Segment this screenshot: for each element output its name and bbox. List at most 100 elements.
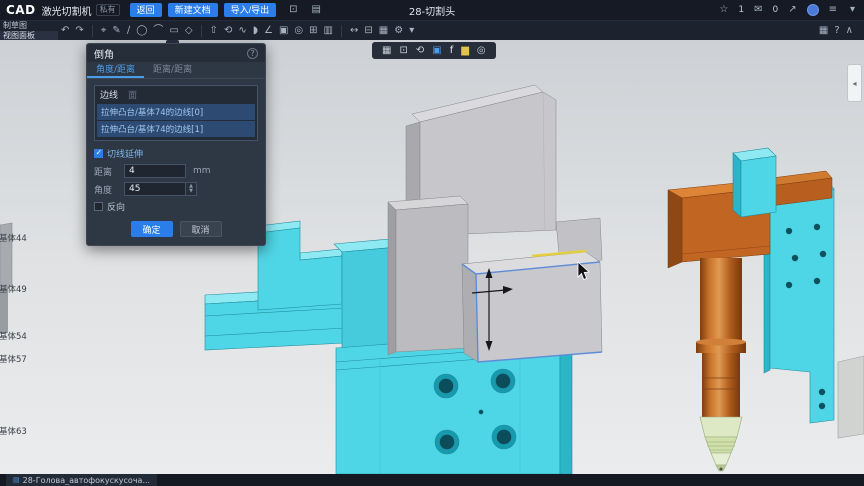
tab-distance-distance[interactable]: 距离/距离 <box>144 62 201 78</box>
rectangle-icon[interactable]: ▭ <box>169 22 178 40</box>
statusbar: ▤ 28-Голова_автофокускусоча... <box>0 474 864 486</box>
feature-tree-label[interactable]: 基体49 <box>0 283 27 295</box>
like-count: 1 <box>738 5 745 15</box>
import-export-button[interactable]: 导入/导出 <box>223 3 277 17</box>
chamfer-icon[interactable]: ∠ <box>264 22 273 40</box>
toolbar-separator <box>200 24 202 37</box>
feature-tree-label[interactable]: 基体54 <box>0 330 27 342</box>
ok-button[interactable]: 确定 <box>130 221 173 237</box>
angle-spinner[interactable]: ▲ ▼ <box>186 182 197 196</box>
distance-field-row: 距离 mm <box>94 164 258 178</box>
revolve-icon[interactable]: ⟲ <box>224 22 232 40</box>
avatar[interactable] <box>806 4 819 16</box>
document-tab[interactable]: ▤ 28-Голова_автофокускусоча... <box>6 474 158 486</box>
share-icon[interactable]: ↗ <box>788 1 796 19</box>
comment-count: 0 <box>772 5 779 15</box>
distance-input[interactable] <box>124 164 186 178</box>
main-toolbar-right-icons: ▦? ∧ <box>816 22 864 40</box>
distance-unit: mm <box>193 166 211 176</box>
3d-viewport[interactable]: ▦⊡⟲▣f▆◎ ⊞ ◂ 基体44基体49基体54基体57基体63 倒角 ? 角度… <box>0 40 864 474</box>
settings-icon[interactable]: ⚙ <box>394 22 403 40</box>
app-logo: CAD <box>6 3 36 17</box>
more-tools-icon[interactable]: ▾ <box>409 22 414 40</box>
select-icon[interactable]: ⌖ <box>101 22 107 40</box>
feature-tree-label[interactable]: 基体44 <box>0 232 27 244</box>
main-toolbar: 制草图 视图面板 ↶ ↷ ⌖ ✎ ∕ ◯ ⌒ ▭ ◇ ⇧ ⟲ ∿ ◗ ∠ ▣ ◎ ⊞ ▥ ↔ ⊟ ▦ ⚙ ▾ ▦? ∧ <box>0 20 864 41</box>
like-icon[interactable]: ☆ <box>719 1 728 19</box>
face-list-title[interactable]: 面 <box>128 88 137 101</box>
edge-list-item[interactable]: 拉伸凸台/基体74的边线[1] <box>97 121 255 137</box>
distance-label: 距离 <box>94 167 113 178</box>
view-panel-label[interactable]: 视图面板 <box>0 30 58 41</box>
document-name: 激光切割机 <box>41 6 92 18</box>
comment-icon[interactable]: ✉ <box>754 1 762 19</box>
orbit-icon[interactable]: ⟲ <box>416 42 424 60</box>
undo-icon[interactable]: ↶ <box>61 22 69 40</box>
toolbar-separator <box>91 24 93 37</box>
titlebar-left-icons: ⊡ ▤ <box>286 1 324 19</box>
dialog-tabs: 角度/距离 距离/距离 <box>87 62 265 79</box>
edge-list-header: 边线 面 <box>95 86 257 103</box>
redo-icon[interactable]: ↷ <box>75 22 83 40</box>
toolbar-left-labels: 制草图 视图面板 <box>0 21 58 41</box>
line-icon[interactable]: ∕ <box>127 22 130 40</box>
tangent-label: 切线延伸 <box>107 150 144 160</box>
dialog-header[interactable]: 倒角 ? <box>87 44 265 62</box>
hole-icon[interactable]: ◎ <box>294 22 303 40</box>
circle-icon[interactable]: ◯ <box>136 22 147 40</box>
feature-tree-label[interactable]: 基体57 <box>0 353 27 365</box>
chamfer-dialog: 倒角 ? 角度/距离 距离/距离 边线 面 拉伸凸台/基体74的边线[0] 拉伸凸… <box>86 43 266 246</box>
polygon-icon[interactable]: ◇ <box>185 22 193 40</box>
help-icon[interactable]: ? <box>247 47 258 59</box>
viewport-toolbar: ▦ ⊡ ⟲ ▣ f ▆ ◎ <box>372 42 496 59</box>
save-icon[interactable]: ⊡ <box>289 1 297 19</box>
fillet-icon[interactable]: ◗ <box>253 22 258 40</box>
display-settings-icon[interactable]: ▦ <box>819 22 828 40</box>
history-icon[interactable]: ▤ <box>312 1 321 19</box>
sketch-tab-label[interactable]: 制草图 <box>0 21 58 31</box>
shading-mode-icon[interactable]: ▣ <box>432 42 441 60</box>
layers-icon[interactable]: ▆ <box>461 42 469 60</box>
angle-field-row: 角度 ▲▼ <box>94 182 258 196</box>
menu-icon[interactable]: ≡ <box>829 1 837 19</box>
tangent-checkbox[interactable] <box>94 148 103 158</box>
angle-input[interactable] <box>124 182 186 196</box>
edge-listbox: 边线 面 拉伸凸台/基体74的边线[0] 拉伸凸台/基体74的边线[1] <box>94 85 258 141</box>
tab-angle-distance[interactable]: 角度/距离 <box>87 62 145 78</box>
section-icon[interactable]: ⊟ <box>364 22 372 40</box>
collapse-toolbar-icon[interactable]: ∧ <box>846 22 853 40</box>
measure-icon[interactable]: ↔ <box>350 22 358 40</box>
privacy-badge: 私有 <box>95 4 120 16</box>
help-icon[interactable]: ? <box>834 22 839 40</box>
shell-icon[interactable]: ▣ <box>279 22 288 40</box>
sketch-icon[interactable]: ✎ <box>112 22 120 40</box>
page-title: 28-切割头 <box>408 6 456 18</box>
sweep-icon[interactable]: ∿ <box>238 22 246 40</box>
new-doc-button[interactable]: 新建文档 <box>167 3 218 17</box>
edge-list-title[interactable]: 边线 <box>100 88 118 101</box>
mirror-icon[interactable]: ▥ <box>324 22 333 40</box>
back-button[interactable]: 返回 <box>129 3 162 17</box>
dialog-body: 边线 面 拉伸凸台/基体74的边线[0]拉伸凸台/基体74的边线[1] 切线延伸… <box>87 79 265 245</box>
chevron-down-icon[interactable]: ▾ <box>850 1 855 19</box>
reverse-checkbox[interactable] <box>94 202 103 211</box>
right-panel-handle[interactable]: ◂ <box>847 64 862 102</box>
feature-tree-label[interactable]: 基体63 <box>0 425 27 437</box>
section-view-icon[interactable]: ◎ <box>477 42 486 60</box>
annotate-icon[interactable]: f <box>450 42 454 60</box>
view-mode-icon[interactable]: ▦ <box>379 22 388 40</box>
pattern-icon[interactable]: ⊞ <box>309 22 317 40</box>
app-window: CAD 激光切割机 私有 返回 新建文档 导入/导出 ⊡ ▤ 28-切割头 ☆ 1… <box>0 0 864 486</box>
cancel-button[interactable]: 取消 <box>179 221 222 237</box>
main-toolbar-icons: ↶ ↷ ⌖ ✎ ∕ ◯ ⌒ ▭ ◇ ⇧ ⟲ ∿ ◗ ∠ ▣ ◎ ⊞ ▥ ↔ ⊟ ▦ ⚙ ▾ <box>58 22 417 40</box>
titlebar: CAD 激光切割机 私有 返回 新建文档 导入/导出 ⊡ ▤ 28-切割头 ☆ 1… <box>0 0 864 20</box>
tangent-extend-option[interactable]: 切线延伸 <box>94 147 258 160</box>
dialog-buttons: 确定 取消 <box>94 221 258 237</box>
reverse-option[interactable]: 反向 <box>94 200 258 213</box>
fit-view-icon[interactable]: ⊡ <box>399 42 407 60</box>
grid-icon[interactable]: ▦ <box>382 42 391 60</box>
arc-icon[interactable]: ⌒ <box>153 22 163 40</box>
reverse-label: 反向 <box>107 203 126 213</box>
extrude-icon[interactable]: ⇧ <box>210 22 218 40</box>
edge-list-item[interactable]: 拉伸凸台/基体74的边线[0] <box>97 104 255 120</box>
